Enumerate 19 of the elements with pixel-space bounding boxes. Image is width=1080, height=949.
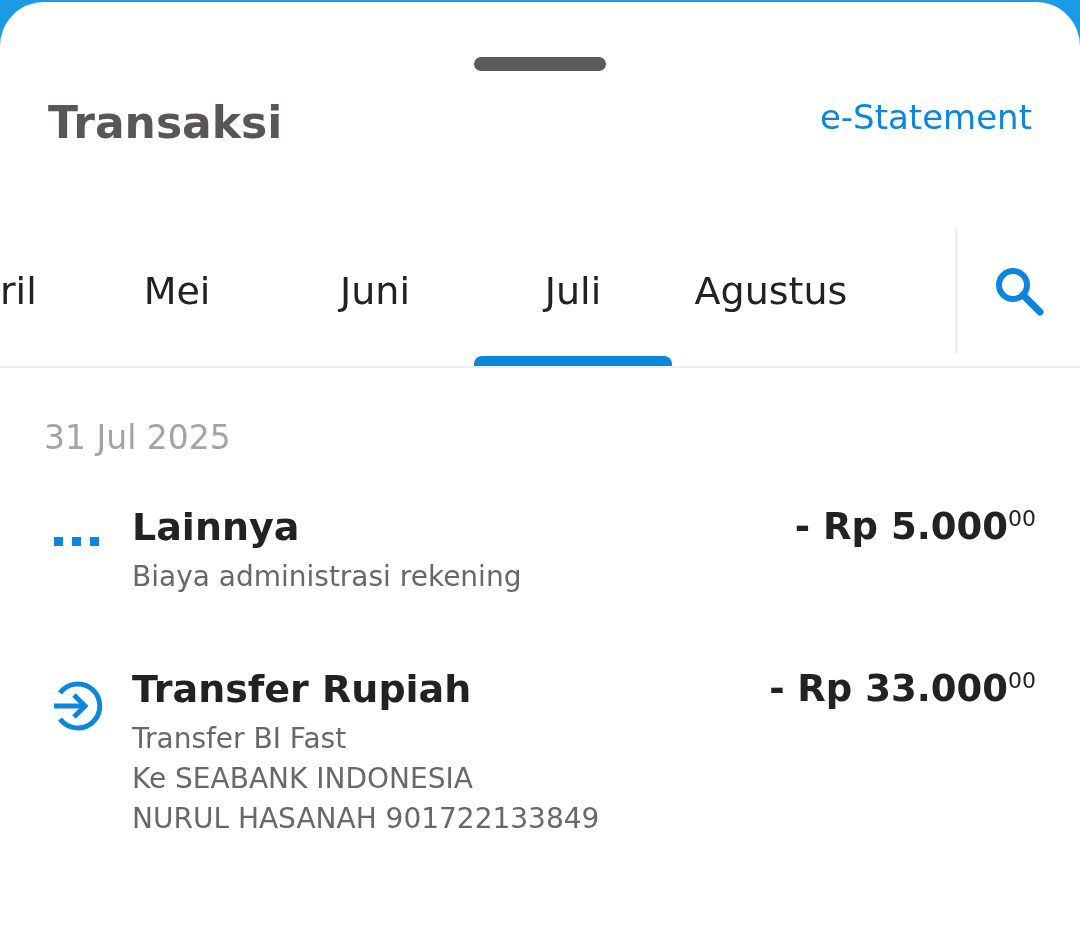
transaction-detail: Transfer BI Fast: [132, 721, 348, 757]
month-tab[interactable]: Agustus: [672, 216, 870, 366]
month-tab[interactable]: Juni: [276, 216, 474, 366]
e-statement-link[interactable]: e-Statement: [819, 96, 1032, 137]
transaction-detail: Biaya administrasi rekening: [132, 559, 523, 595]
dots-icon: [54, 537, 100, 547]
month-tab[interactable]: Juli: [474, 216, 672, 366]
transaction-amount: - Rp 5.000$^{00}$: [794, 505, 1036, 548]
page-title: Transaksi: [48, 97, 283, 148]
drag-handle[interactable]: [474, 57, 606, 71]
month-tab[interactable]: ril: [0, 216, 78, 366]
transaction-detail: NURUL HASANAH 901722133849: [132, 801, 601, 837]
transaction-title: Lainnya: [132, 505, 300, 549]
date-header: 31 Jul 2025: [43, 417, 232, 457]
transaction-detail: Ke SEABANK INDONESIA: [132, 761, 474, 797]
month-tab[interactable]: Mei: [78, 216, 276, 366]
search-icon[interactable]: [993, 265, 1045, 317]
transaction-amount: - Rp 33.000$^{00}$: [769, 667, 1036, 710]
transaction-title: Transfer Rupiah: [132, 667, 472, 711]
